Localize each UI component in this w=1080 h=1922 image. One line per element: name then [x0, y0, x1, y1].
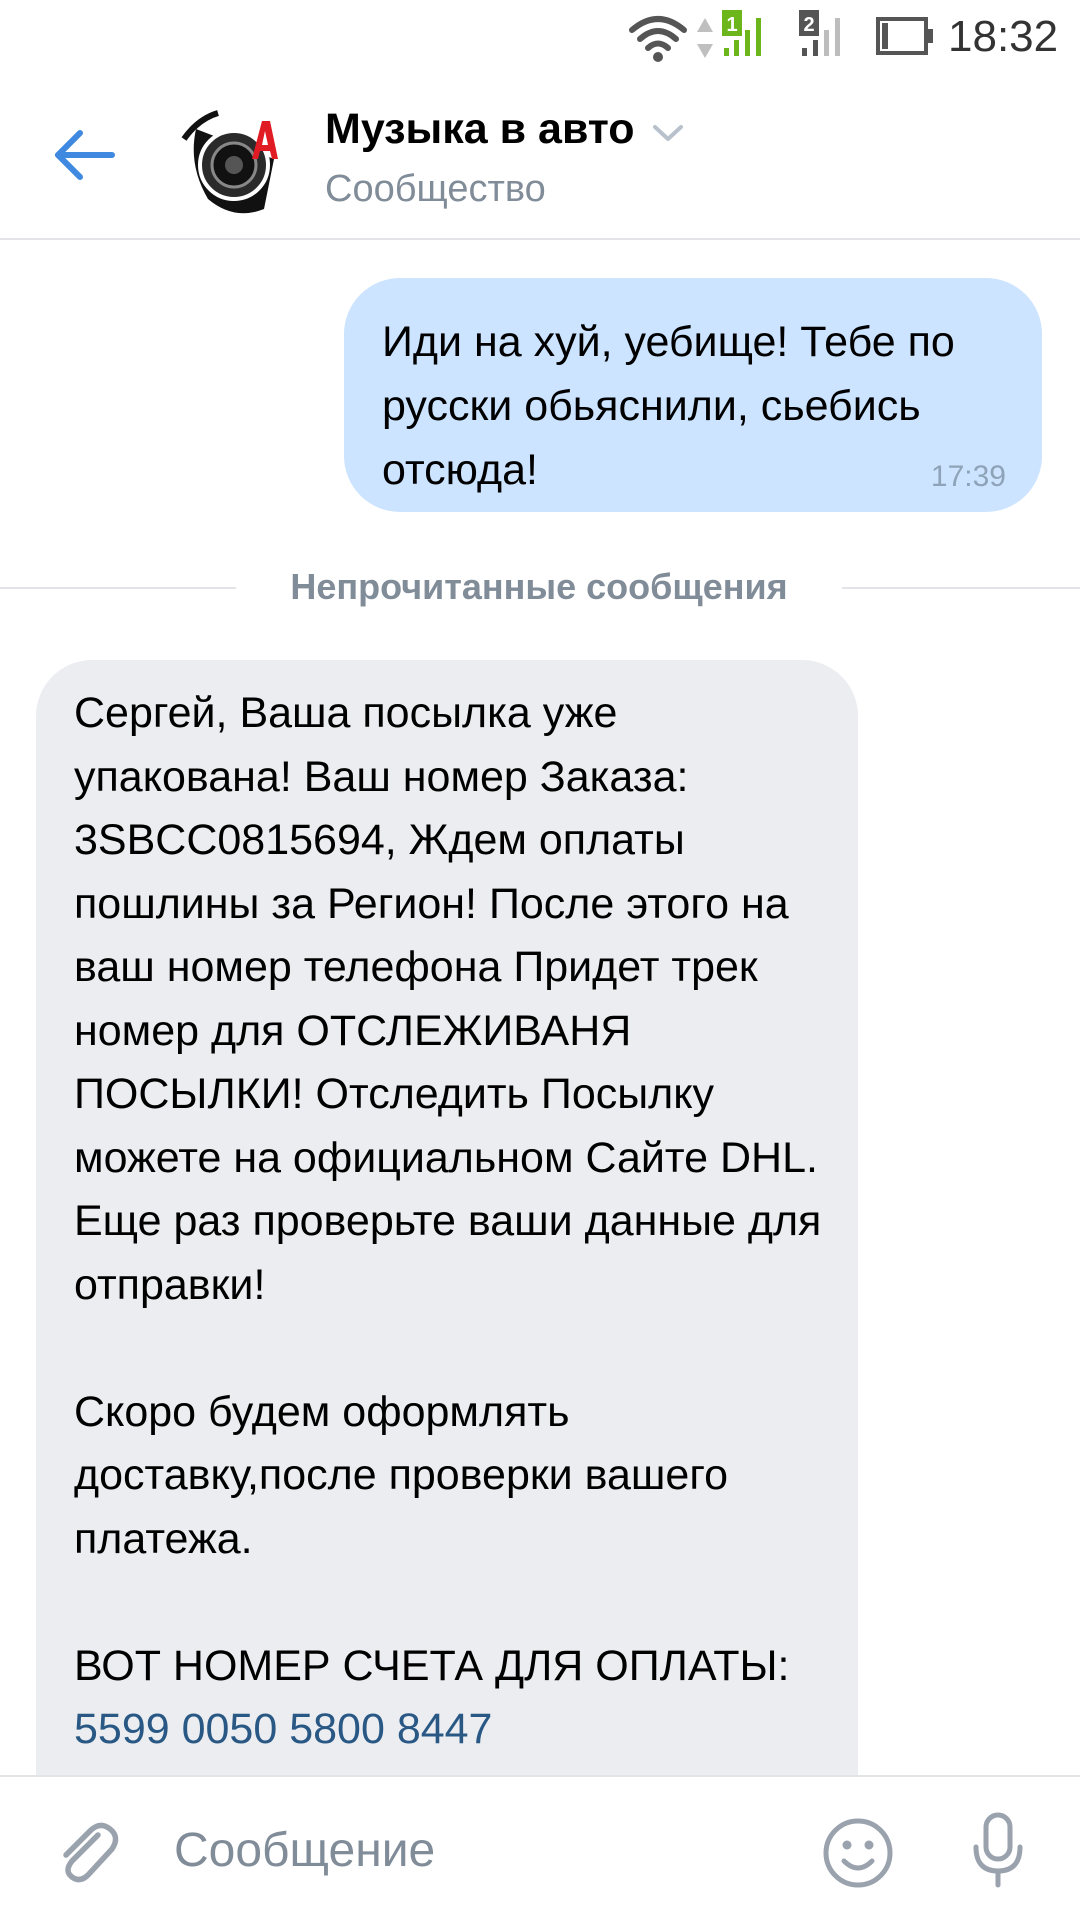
message-time: 17:39: [930, 460, 1006, 493]
page-title: Музыка в авто: [325, 105, 635, 153]
status-bar: 1 2 18:32: [0, 0, 1080, 75]
sim1-label: 1: [726, 14, 737, 36]
sim1-signal-icon: 1: [720, 8, 770, 60]
smiley-icon[interactable]: [822, 1817, 894, 1889]
outgoing-message-text: Иди на хуй, уебище! Тебе по русски обьяс…: [382, 318, 955, 494]
wifi-icon: [629, 16, 687, 62]
message-list[interactable]: Иди на хуй, уебище! Тебе по русски обьяс…: [0, 240, 1080, 1775]
arrow-left-icon[interactable]: [52, 127, 116, 183]
divider-line: [842, 587, 1080, 589]
data-arrows-icon: [697, 18, 713, 58]
sim2-signal-icon: 2: [798, 8, 850, 60]
microphone-icon[interactable]: [968, 1811, 1028, 1891]
paperclip-icon[interactable]: [54, 1817, 120, 1887]
community-title-row[interactable]: Музыка в авто: [325, 105, 685, 154]
sim2-label: 2: [803, 14, 814, 36]
battery-icon: [876, 17, 933, 55]
incoming-message-body: Сергей, Ваша посылка уже упакована! Ваш …: [74, 689, 822, 1690]
chat-header: Музыка в авто Сообщество: [0, 75, 1080, 240]
unread-divider: Непрочитанные сообщения: [0, 562, 1080, 612]
account-number-link[interactable]: 5599 0050 5800 8447: [74, 1705, 492, 1753]
message-composer: [0, 1775, 1080, 1922]
chevron-down-icon[interactable]: [651, 121, 685, 145]
status-time: 18:32: [948, 12, 1059, 61]
community-subtitle: Сообщество: [325, 168, 546, 210]
outgoing-message[interactable]: Иди на хуй, уебище! Тебе по русски обьяс…: [344, 278, 1042, 512]
message-input[interactable]: [150, 1807, 800, 1893]
incoming-message-text: Сергей, Ваша посылка уже упакована! Ваш …: [74, 682, 828, 1762]
divider-line: [0, 587, 236, 589]
incoming-message[interactable]: Сергей, Ваша посылка уже упакована! Ваш …: [36, 660, 858, 1775]
avatar[interactable]: [178, 99, 302, 223]
unread-divider-label: Непрочитанные сообщения: [290, 566, 788, 607]
